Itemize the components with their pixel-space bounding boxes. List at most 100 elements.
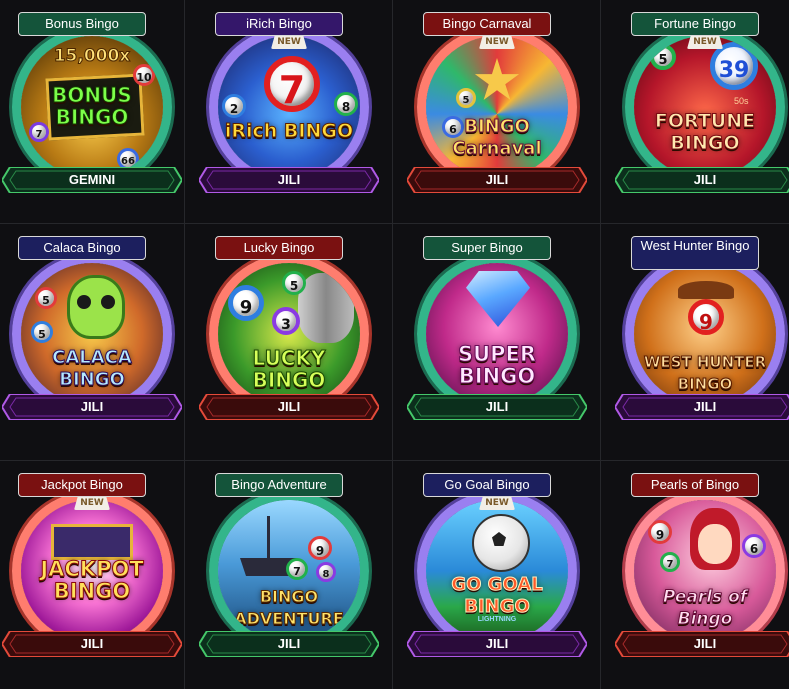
game-title: iRich Bingo	[215, 12, 343, 36]
game-logo-text: iRich BINGO	[224, 120, 354, 143]
provider-label: GEMINI	[68, 172, 116, 187]
game-title: Fortune Bingo	[631, 12, 759, 36]
provider-label: JILI	[485, 172, 509, 187]
provider-plate: JILI	[407, 394, 587, 420]
game-thumbnail[interactable]: GO GOAL BINGO LIGHTNING	[417, 491, 577, 651]
game-card-bonus-bingo[interactable]: Bonus Bingo 15,000x BONUS BINGO 10 7 66 …	[0, 0, 185, 224]
provider-plate: JILI	[407, 167, 587, 193]
game-title: Jackpot Bingo	[18, 473, 146, 497]
bingo-ball-icon: 5	[456, 88, 476, 108]
game-logo-text: FORTUNE BINGO	[654, 110, 756, 155]
provider-plate: JILI	[615, 167, 789, 193]
game-card-super-bingo[interactable]: Super Bingo SUPER BINGO JILI	[393, 224, 601, 461]
ticket-label: 50s	[734, 96, 749, 106]
game-logo-text: WEST HUNTER BINGO	[643, 353, 767, 394]
game-card-fortune-bingo[interactable]: Fortune Bingo NEW 5 39 50s FORTUNE BINGO…	[601, 0, 789, 224]
provider-label: JILI	[485, 399, 509, 414]
bingo-ball-icon: 9	[648, 520, 672, 544]
provider-plate: GEMINI	[2, 167, 182, 193]
game-subtitle: LIGHTNING	[477, 616, 517, 623]
provider-plate: JILI	[199, 631, 379, 657]
game-title: Calaca Bingo	[18, 236, 146, 260]
game-title: Lucky Bingo	[215, 236, 343, 260]
bingo-ball-icon: 3	[272, 307, 300, 335]
bingo-ball-icon: 9	[688, 299, 724, 335]
bingo-ball-icon: 7	[660, 552, 680, 572]
game-thumbnail[interactable]: JACKPOT BINGO	[12, 491, 172, 651]
new-badge: NEW	[271, 36, 307, 49]
new-badge: NEW	[479, 497, 515, 510]
provider-label: JILI	[693, 399, 717, 414]
game-thumbnail[interactable]: SUPER BINGO	[417, 254, 577, 414]
bingo-ball-icon: 8	[316, 562, 336, 582]
game-title: Bingo Adventure	[215, 473, 343, 497]
game-card-bingo-carnaval[interactable]: Bingo Carnaval NEW 5 6 BINGO Carnaval JI…	[393, 0, 601, 224]
provider-label: JILI	[277, 399, 301, 414]
game-title: Go Goal Bingo	[423, 473, 551, 497]
provider-label: JILI	[80, 399, 104, 414]
game-card-go-goal-bingo[interactable]: Go Goal Bingo NEW GO GOAL BINGO LIGHTNIN…	[393, 461, 601, 689]
game-thumbnail[interactable]: 9 6 7 Pearls of Bingo	[625, 491, 785, 651]
provider-plate: JILI	[407, 631, 587, 657]
bingo-ball-icon: 8	[334, 92, 358, 116]
bingo-ball-icon: 5	[31, 321, 53, 343]
bingo-ball-icon: 5	[282, 271, 306, 295]
game-logo-text: BINGO Carnaval	[452, 116, 542, 160]
new-badge: NEW	[479, 36, 515, 49]
provider-plate: JILI	[615, 394, 789, 420]
game-title: Pearls of Bingo	[631, 473, 759, 497]
game-thumbnail[interactable]: 5 5 CALACA BINGO	[12, 254, 172, 414]
bingo-ball-icon: 6	[742, 534, 766, 558]
game-title: Super Bingo	[423, 236, 551, 260]
game-logo-text: LUCKY BINGO	[252, 346, 326, 392]
game-title: West Hunter Bingo	[631, 236, 759, 270]
provider-label: JILI	[693, 636, 717, 651]
game-logo-text: SUPER BINGO	[457, 342, 537, 388]
game-logo-text: JACKPOT BINGO	[40, 557, 144, 603]
game-card-irich-bingo[interactable]: iRich Bingo NEW 7 2 8 iRich BINGO JILI	[185, 0, 393, 224]
game-card-lucky-bingo[interactable]: Lucky Bingo 9 5 3 LUCKY BINGO JILI	[185, 224, 393, 461]
game-thumbnail[interactable]: 9 7 8 BINGO ADVENTURE	[209, 491, 369, 651]
provider-label: JILI	[277, 172, 301, 187]
new-badge: NEW	[687, 36, 723, 49]
provider-label: JILI	[485, 636, 509, 651]
provider-label: JILI	[80, 636, 104, 651]
provider-plate: JILI	[615, 631, 789, 657]
provider-plate: JILI	[199, 394, 379, 420]
provider-plate: JILI	[2, 394, 182, 420]
game-card-calaca-bingo[interactable]: Calaca Bingo 5 5 CALACA BINGO JILI	[0, 224, 185, 461]
game-thumbnail[interactable]: 5 39 50s FORTUNE BINGO	[625, 27, 785, 187]
bingo-ball-icon: 7	[264, 56, 320, 112]
game-logo-text: GO GOAL BINGO	[451, 574, 543, 618]
game-card-pearls-of-bingo[interactable]: Pearls of Bingo 9 6 7 Pearls of Bingo JI…	[601, 461, 789, 689]
game-title: Bonus Bingo	[18, 12, 146, 36]
game-thumbnail[interactable]: 7 2 8 iRich BINGO	[209, 27, 369, 187]
game-thumbnail[interactable]: 15,000x BONUS BINGO 10 7 66	[12, 27, 172, 187]
game-title: Bingo Carnaval	[423, 12, 551, 36]
game-card-jackpot-bingo[interactable]: Jackpot Bingo NEW JACKPOT BINGO JILI	[0, 461, 185, 689]
bingo-ball-icon: 39	[710, 42, 758, 90]
multiplier-text: 15,000x	[53, 46, 131, 67]
game-card-bingo-adventure[interactable]: Bingo Adventure 9 7 8 BINGO ADVENTURE JI…	[185, 461, 393, 689]
game-logo-text: BINGO ADVENTURE	[234, 587, 345, 629]
bingo-ball-icon: 2	[222, 94, 246, 118]
game-thumbnail[interactable]: 9 WEST HUNTER BINGO	[625, 254, 785, 414]
bingo-ball-icon: 9	[308, 536, 332, 560]
game-grid: Bonus Bingo 15,000x BONUS BINGO 10 7 66 …	[0, 0, 789, 689]
game-thumbnail[interactable]: 9 5 3 LUCKY BINGO	[209, 254, 369, 414]
new-badge: NEW	[74, 497, 110, 510]
bingo-ball-icon: 9	[228, 285, 264, 321]
bingo-ball-icon: 10	[133, 64, 155, 86]
bingo-ball-icon: 5	[650, 44, 676, 70]
game-logo-text: CALACA BINGO	[52, 347, 133, 391]
game-thumbnail[interactable]: 5 6 BINGO Carnaval	[417, 27, 577, 187]
game-card-west-hunter-bingo[interactable]: West Hunter Bingo 9 WEST HUNTER BINGO JI…	[601, 224, 789, 461]
provider-plate: JILI	[2, 631, 182, 657]
bingo-ball-icon: 7	[29, 122, 49, 142]
provider-label: JILI	[277, 636, 301, 651]
provider-label: JILI	[693, 172, 717, 187]
game-logo-text: BONUS BINGO	[52, 83, 133, 129]
bingo-ball-icon: 7	[286, 558, 308, 580]
bingo-ball-icon: 5	[35, 287, 57, 309]
game-logo-text: Pearls of Bingo	[662, 587, 748, 630]
